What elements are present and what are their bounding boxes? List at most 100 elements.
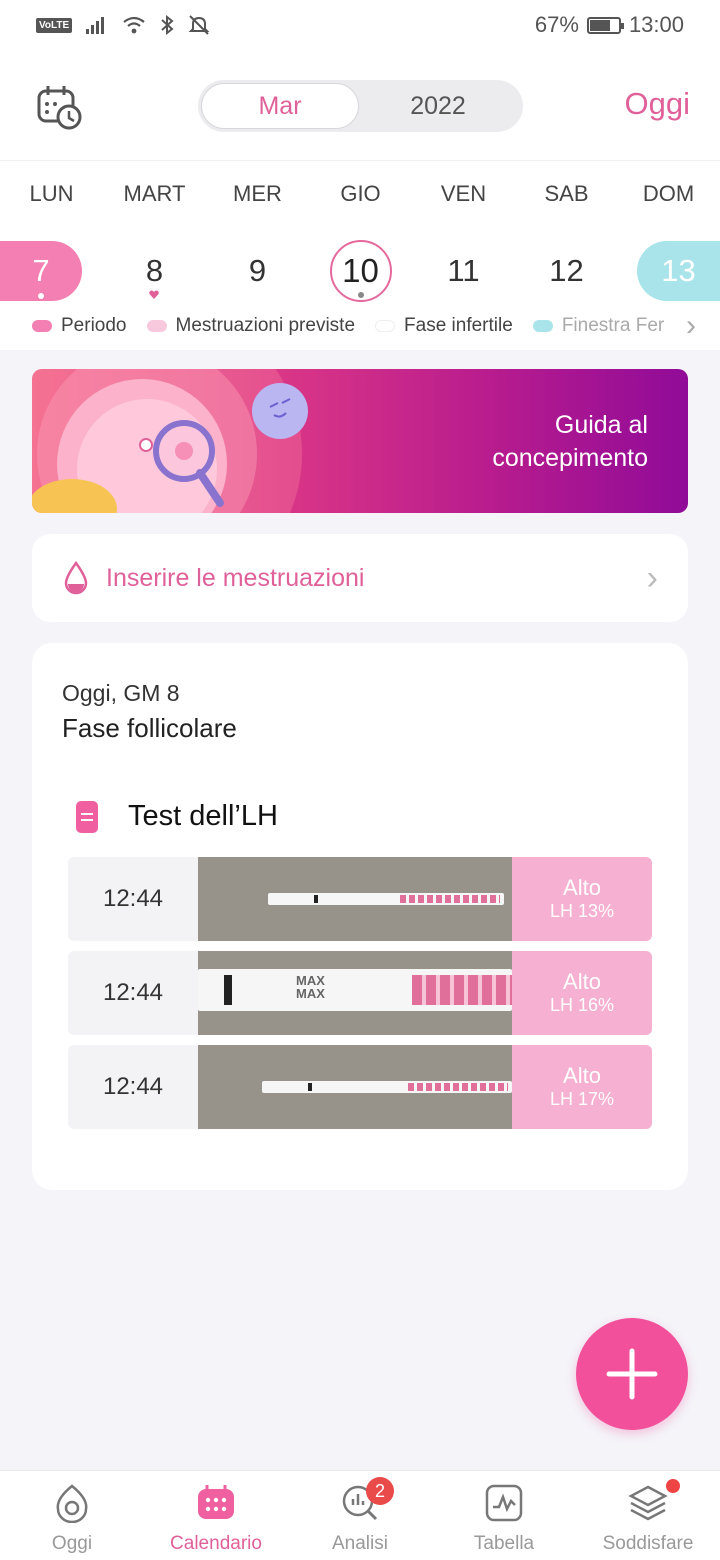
legend-period: Periodo	[32, 315, 127, 337]
day-number: 12	[549, 253, 584, 288]
weekday-label: VEN	[440, 181, 487, 206]
legend-predicted: Mestruazioni previste	[146, 315, 356, 337]
legend-label: Periodo	[61, 315, 127, 336]
weekday-label: LUN	[29, 181, 74, 206]
strip-print: MAX MAX	[296, 973, 325, 1001]
day-number: 8	[145, 253, 164, 288]
nav-chart[interactable]: Tabella	[432, 1471, 576, 1560]
result-value: LH 16%	[549, 995, 615, 1015]
add-period-button[interactable]: Inserire le mestruazioni ›	[32, 534, 688, 622]
test-time: 12:44	[102, 979, 164, 1006]
cycle-phase: Fase follicolare	[62, 713, 237, 743]
nav-today[interactable]: Oggi	[0, 1471, 144, 1560]
day-cell-fertile[interactable]: 13	[637, 241, 720, 301]
signal-icon	[86, 17, 105, 34]
volte-icon: VoLTE	[36, 17, 73, 33]
chart-icon	[484, 1483, 524, 1523]
today-card: Oggi, GM 8 Fase follicolare Test dell’LH…	[32, 643, 688, 1190]
day-number: 9	[248, 253, 267, 288]
day-cell[interactable]: 9	[206, 241, 309, 301]
test-time: 12:44	[102, 1073, 164, 1100]
lh-test-row[interactable]: 12:44 MAX MAX Alto LH 16%	[68, 951, 652, 1035]
notification-dot	[666, 1479, 680, 1493]
notification-badge: 2	[366, 1477, 394, 1505]
bottom-navigation: Oggi Calendario 2 Analisi Tabella Soddis…	[0, 1470, 720, 1560]
day-number: 7	[32, 253, 50, 288]
test-strip: MAX MAX	[198, 969, 512, 1011]
legend-infertile: Fase infertile	[375, 315, 513, 337]
app-header: Mar 2022 Oggi	[0, 50, 720, 160]
wifi-icon	[123, 16, 145, 34]
document-icon	[76, 800, 98, 833]
legend-swatch	[532, 320, 553, 332]
nav-label: Oggi	[51, 1533, 93, 1554]
calendar-legend: Periodo Mestruazioni previste Fase infer…	[32, 311, 692, 341]
legend-swatch	[146, 320, 167, 332]
day-cell[interactable]: 12	[515, 241, 618, 301]
weekday-label: DOM	[642, 181, 695, 206]
test-strip-photo: MAX MAX	[198, 951, 512, 1035]
result-label: Alto	[563, 875, 601, 900]
day-cell[interactable]: 11	[412, 241, 515, 301]
year-tab[interactable]: 2022	[359, 83, 517, 129]
add-period-label: Inserire le mestruazioni	[106, 563, 365, 592]
legend-label: Fase infertile	[404, 315, 513, 336]
weekday-label: GIO	[340, 181, 381, 206]
month-year-selector: Mar 2022	[198, 80, 523, 132]
lh-test-title: Test dell’LH	[128, 800, 278, 832]
day-number: 10	[342, 252, 379, 289]
drop-icon	[64, 561, 88, 595]
day-number: 13	[661, 253, 696, 288]
legend-fertile: Finestra Fer	[532, 315, 665, 337]
banner-title: Guida al concepimento	[492, 411, 648, 472]
result-value: LH 17%	[549, 1089, 615, 1109]
clock: 13:00	[628, 12, 684, 37]
egg-icon	[52, 1483, 92, 1524]
lh-test-row[interactable]: 12:44 Alto LH 17%	[68, 1045, 652, 1129]
legend-swatch	[375, 320, 396, 332]
test-strip-photo	[198, 1045, 512, 1129]
battery-icon	[586, 16, 624, 34]
conception-guide-banner[interactable]: Guida al concepimento	[32, 369, 688, 513]
month-tab[interactable]: Mar	[201, 83, 359, 129]
status-left: VoLTE	[36, 14, 210, 36]
nav-analysis[interactable]: 2 Analisi	[288, 1471, 432, 1560]
legend-scroll-arrow-icon[interactable]: ›	[686, 309, 696, 343]
nav-label: Calendario	[170, 1533, 262, 1554]
day-cell-today[interactable]: 10	[309, 240, 412, 302]
mute-bell-icon	[188, 15, 210, 35]
weekday-label: MART	[123, 181, 186, 206]
test-strip-photo	[198, 857, 512, 941]
test-result: Alto LH 17%	[512, 1045, 652, 1129]
weekday-label: SAB	[544, 181, 589, 206]
result-value: LH 13%	[549, 901, 615, 921]
legend-label: Finestra Fer	[561, 315, 665, 336]
status-bar: VoLTE 67% 13:00	[0, 0, 720, 50]
bluetooth-icon	[161, 15, 174, 35]
cycle-day: Oggi, GM 8	[62, 680, 180, 706]
analysis-icon: 2	[340, 1477, 394, 1523]
weekday-label: MER	[233, 181, 282, 206]
test-time: 12:44	[102, 885, 164, 912]
lh-test-row[interactable]: 12:44 Alto LH 13%	[68, 857, 652, 941]
record-dot	[38, 293, 44, 299]
today-button[interactable]: Oggi	[625, 86, 690, 122]
add-record-button[interactable]	[576, 1318, 688, 1430]
calendar-icon	[196, 1483, 236, 1523]
nav-calendar[interactable]: Calendario	[144, 1471, 288, 1560]
layers-icon	[628, 1479, 680, 1523]
calendar-history-button[interactable]	[36, 84, 82, 130]
test-strip	[262, 1081, 512, 1093]
banner-illustration	[32, 369, 308, 513]
heart-icon	[149, 290, 159, 299]
nav-satisfy[interactable]: Soddisfare	[576, 1471, 720, 1560]
nav-label: Analisi	[332, 1533, 388, 1554]
week-strip: LUN MART MER GIO VEN SAB DOM 7 8 9 10 11…	[0, 160, 720, 350]
record-dot	[357, 292, 364, 298]
test-result: Alto LH 16%	[512, 951, 652, 1035]
day-cell[interactable]: 8	[103, 241, 206, 301]
result-label: Alto	[563, 969, 601, 994]
legend-label: Mestruazioni previste	[175, 315, 356, 336]
day-cell-period[interactable]: 7	[0, 241, 82, 301]
test-result: Alto LH 13%	[512, 857, 652, 941]
